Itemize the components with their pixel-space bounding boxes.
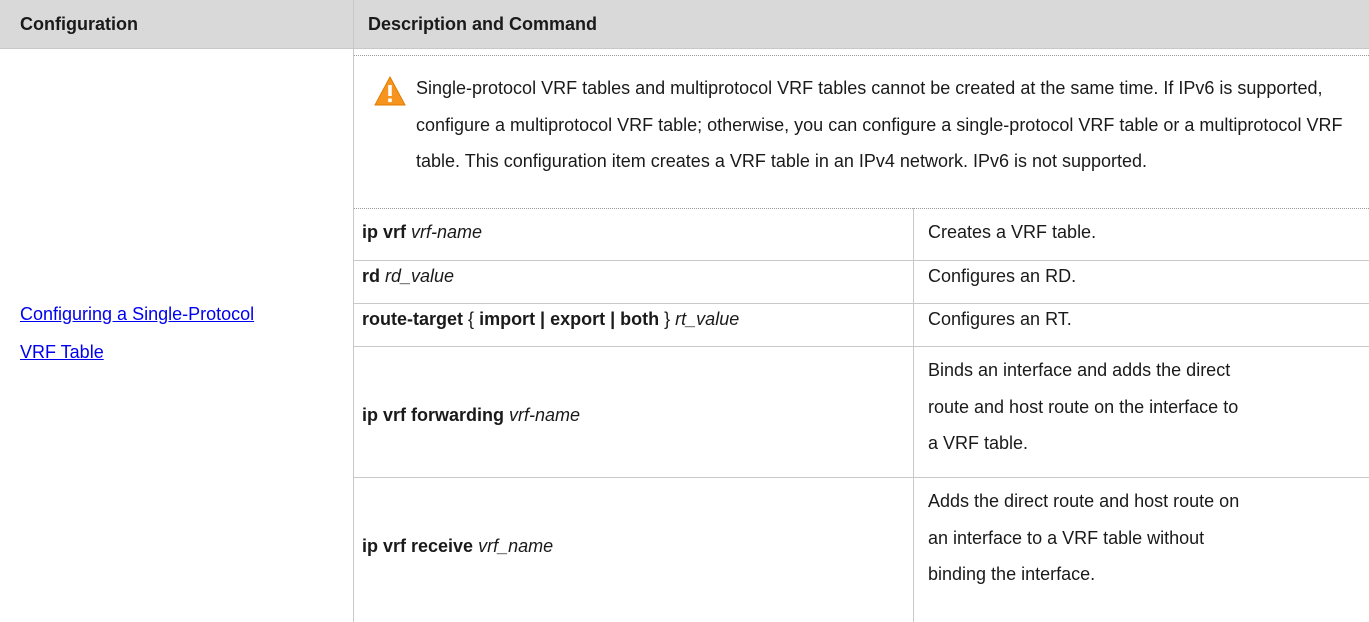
command-argument: rd_value: [385, 266, 455, 286]
header-description: Description and Command: [368, 14, 598, 34]
configuration-link-line2[interactable]: VRF Table: [20, 333, 345, 371]
description-line: an interface to a VRF table without: [928, 527, 1205, 548]
note-bottom-border: [354, 208, 1369, 209]
header-configuration: Configuration: [20, 14, 138, 34]
command-rd: rd rd_value: [362, 266, 454, 287]
description-line: Adds the direct route and host route on: [928, 491, 1240, 511]
command-argument: vrf-name: [509, 405, 581, 425]
command-keyword: ip vrf receive: [362, 536, 474, 556]
description-ip-vrf-receive: Adds the direct route and host route on …: [928, 483, 1358, 593]
command-keyword: rd: [362, 266, 380, 286]
sub-column-divider: [913, 208, 914, 622]
command-argument: rt_value: [675, 309, 740, 329]
description-route-target: Configures an RT.: [928, 309, 1072, 329]
configuration-link-line1[interactable]: Configuring a Single-Protocol: [20, 295, 345, 333]
command-keyword: route-target: [362, 309, 464, 329]
command-keyword: ip vrf: [362, 222, 407, 242]
command-argument: vrf-name: [411, 222, 483, 242]
description-ip-vrf-forwarding: Binds an interface and adds the direct r…: [928, 352, 1358, 462]
configuration-link[interactable]: Configuring a Single-Protocol VRF Table: [20, 295, 345, 371]
command-argument: vrf_name: [478, 536, 554, 556]
command-brace: }: [664, 309, 671, 329]
command-ip-vrf: ip vrf vrf-name: [362, 222, 482, 243]
description-ip-vrf: Creates a VRF table.: [928, 222, 1097, 242]
command-ip-vrf-receive: ip vrf receive vrf_name: [362, 536, 553, 557]
description-line: Binds an interface and adds the direct: [928, 360, 1231, 380]
command-brace: {: [468, 309, 475, 329]
command-route-target: route-target { import | export | both } …: [362, 309, 739, 330]
description-line: a VRF table.: [928, 433, 1029, 453]
warning-triangle-icon: [374, 76, 406, 106]
table-header: Configuration Description and Command: [0, 0, 1369, 49]
row-divider: [354, 477, 1369, 478]
config-table: Configuration Description and Command Co…: [0, 0, 1369, 622]
command-ip-vrf-forwarding: ip vrf forwarding vrf-name: [362, 405, 580, 426]
warning-note-text: Single-protocol VRF tables and multiprot…: [416, 78, 1343, 171]
command-keyword: ip vrf forwarding: [362, 405, 505, 425]
description-rd: Configures an RD.: [928, 266, 1077, 286]
command-options: import | export | both: [479, 309, 660, 329]
description-line: route and host route on the interface to: [928, 396, 1239, 417]
description-line: binding the interface.: [928, 564, 1096, 584]
row-divider: [354, 346, 1369, 347]
